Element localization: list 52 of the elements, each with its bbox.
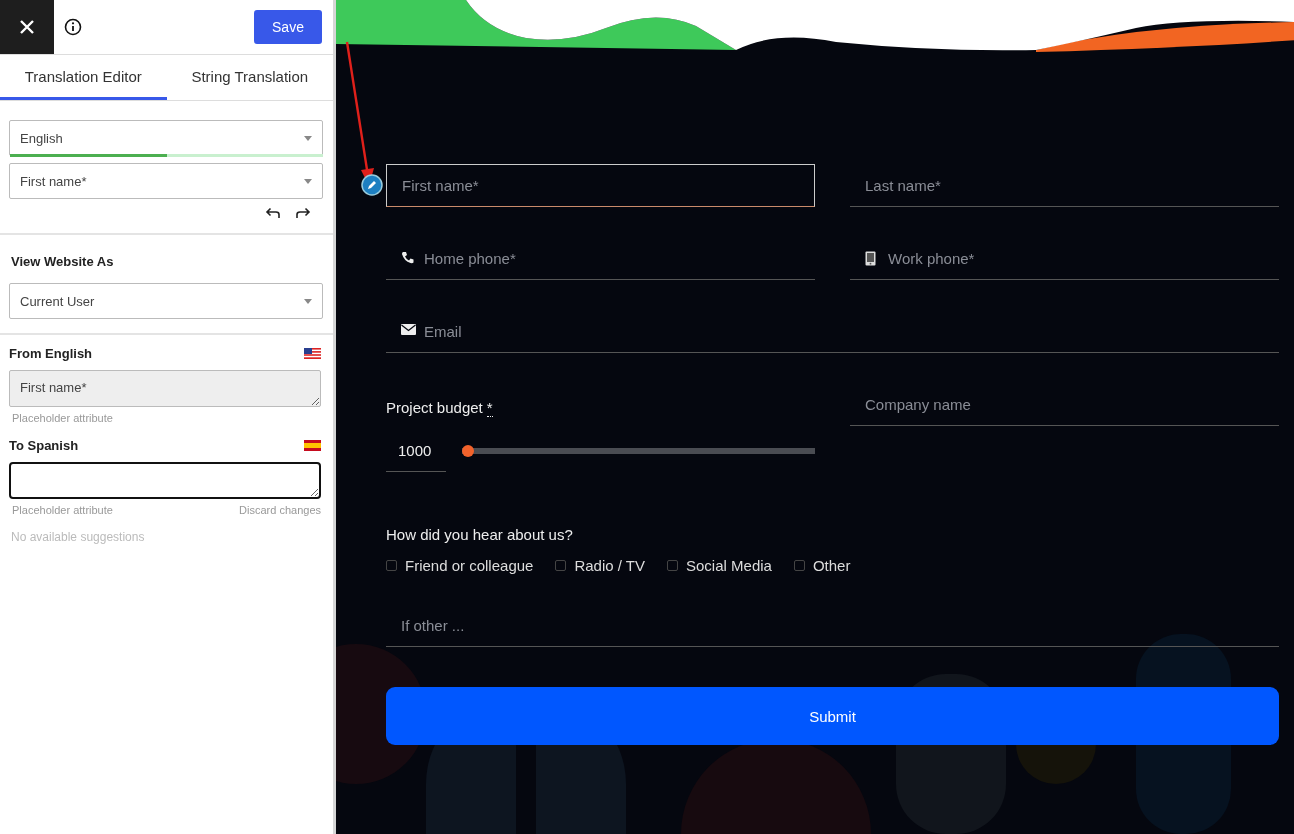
checkbox[interactable] <box>555 560 567 571</box>
slider-track[interactable] <box>462 445 815 457</box>
section-heading: View Website As <box>11 254 115 269</box>
undo-button[interactable] <box>265 207 281 219</box>
checkbox-option[interactable]: Other <box>793 557 851 574</box>
save-button[interactable]: Save <box>254 10 322 44</box>
checkbox[interactable] <box>386 560 397 571</box>
target-language-label: To Spanish <box>9 438 79 453</box>
submit-button[interactable]: Submit <box>386 687 1279 745</box>
tab[interactable]: String Translation <box>166 55 333 100</box>
number-field[interactable]: 1000 <box>386 430 446 472</box>
string-dropdown[interactable]: First name* <box>9 163 323 199</box>
source-language-label: From English <box>9 346 93 361</box>
close-icon <box>19 19 35 35</box>
input-field[interactable]: Company name <box>850 383 1279 426</box>
envelope-icon <box>401 324 416 335</box>
option-label: Radio / TV <box>574 557 645 574</box>
checkbox-option[interactable]: Social Media <box>667 557 772 574</box>
undo-icon <box>265 207 281 219</box>
caret-icon <box>304 135 312 141</box>
us-flag-icon <box>304 348 321 359</box>
redo-icon <box>295 207 311 219</box>
field-hint: Placeholder attribute <box>12 412 113 424</box>
spain-flag-icon <box>304 440 321 451</box>
caret-icon <box>304 298 312 304</box>
source-text-field[interactable]: First name* <box>9 370 321 407</box>
required-mark: * <box>486 399 493 417</box>
option-label: Social Media <box>686 557 772 574</box>
pencil-icon[interactable] <box>361 174 383 196</box>
checkbox[interactable] <box>793 560 805 571</box>
caret-icon <box>304 178 312 184</box>
suggestions-message: No available suggestions <box>11 530 146 544</box>
field-hint: Placeholder attribute <box>12 504 113 516</box>
field-label: Project budget <box>386 399 483 416</box>
option-label: Other <box>812 557 851 574</box>
close-button[interactable] <box>0 0 54 54</box>
view-as-dropdown[interactable]: Current User <box>9 283 323 319</box>
checkbox-option[interactable]: Radio / TV <box>555 557 645 574</box>
mobile-phone-icon <box>865 251 876 266</box>
info-button[interactable] <box>64 18 82 36</box>
question-label: How did you hear about us? <box>386 526 574 543</box>
checkbox[interactable] <box>667 560 678 571</box>
phone-icon <box>401 251 414 264</box>
input-field[interactable]: If other ... <box>386 604 1279 647</box>
tab[interactable]: Translation Editor <box>0 55 167 100</box>
language-dropdown[interactable]: English <box>9 120 323 156</box>
input-field[interactable]: Last name* <box>850 164 1279 207</box>
redo-button[interactable] <box>295 207 311 219</box>
input-field[interactable]: Home phone* <box>386 237 815 280</box>
info-icon <box>64 18 82 36</box>
translation-field[interactable] <box>9 462 321 499</box>
slider-thumb[interactable] <box>462 445 474 457</box>
